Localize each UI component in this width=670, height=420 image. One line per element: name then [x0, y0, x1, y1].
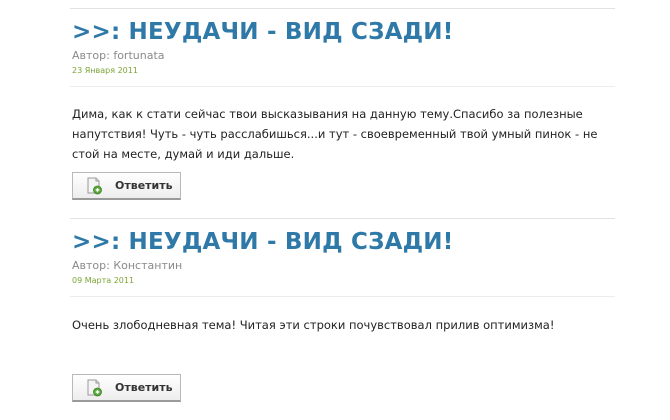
divider	[70, 8, 615, 9]
comment-body: Очень злободневная тема! Читая эти строк…	[72, 318, 555, 332]
divider	[70, 218, 615, 219]
comment-header: >>: НЕУДАЧИ - ВИД СЗАДИ! Автор: Констант…	[72, 228, 617, 287]
comment-author: Автор: fortunata	[72, 49, 165, 62]
comment-header: >>: НЕУДАЧИ - ВИД СЗАДИ! Автор: fortunat…	[72, 18, 617, 77]
document-add-icon	[85, 177, 103, 195]
comment-date: 23 Января 2011	[72, 66, 138, 75]
comments-page: >>: НЕУДАЧИ - ВИД СЗАДИ! Автор: fortunat…	[0, 0, 670, 420]
divider	[70, 296, 615, 297]
reply-button-label: Ответить	[115, 179, 173, 192]
reply-button[interactable]: Ответить	[72, 374, 181, 402]
comment-title[interactable]: >>: НЕУДАЧИ - ВИД СЗАДИ!	[72, 18, 617, 46]
reply-button[interactable]: Ответить	[72, 172, 181, 200]
comment-title[interactable]: >>: НЕУДАЧИ - ВИД СЗАДИ!	[72, 228, 617, 256]
comment-author: Автор: Константин	[72, 259, 183, 272]
comment-date: 09 Марта 2011	[72, 276, 135, 285]
reply-button-label: Ответить	[115, 381, 173, 394]
comment-body: Дима, как к стати сейчас твои высказыван…	[72, 107, 598, 161]
document-add-icon	[85, 379, 103, 397]
divider	[70, 86, 615, 87]
